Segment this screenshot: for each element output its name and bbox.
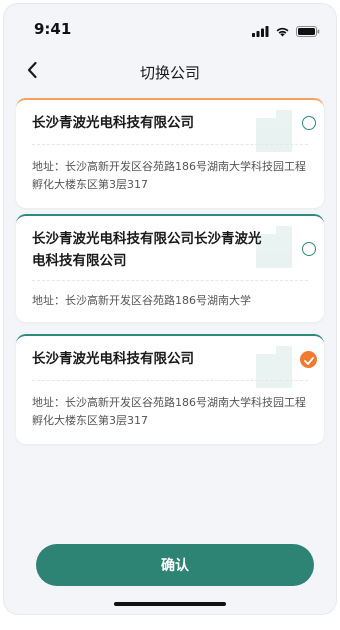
signal-icon [252, 22, 269, 41]
radio-unchecked[interactable] [302, 242, 316, 256]
company-name: 长沙青波光电科技有限公司长沙青波光电科技有限公司 [32, 231, 262, 269]
status-bar: 9:41 [4, 4, 336, 48]
checkmark-icon [303, 350, 314, 369]
card-divider [32, 280, 308, 281]
company-address: 地址：长沙高新开发区谷苑路186号湖南大学 [32, 294, 251, 307]
battery-icon [296, 22, 320, 41]
status-icons [252, 22, 320, 41]
confirm-button[interactable]: 确认 [36, 544, 314, 586]
radio-checked[interactable] [300, 351, 317, 368]
home-indicator [114, 602, 226, 606]
phone-screen: 9:41 切换公司 长沙青波光电科技有限公司 地址：长沙高新开发区谷苑路186号… [4, 4, 336, 614]
company-card-selected[interactable]: 长沙青波光电科技有限公司 地址：长沙高新开发区谷苑路186号湖南大学科技园工程孵… [16, 334, 324, 444]
page-title: 切换公司 [139, 64, 200, 82]
radio-unchecked[interactable] [302, 116, 316, 130]
wifi-icon [275, 22, 290, 41]
company-address: 地址：长沙高新开发区谷苑路186号湖南大学科技园工程孵化大楼东区第3层317 [32, 396, 306, 427]
company-name: 长沙青波光电科技有限公司 [32, 351, 194, 367]
status-time: 9:41 [34, 20, 72, 38]
company-name: 长沙青波光电科技有限公司 [32, 115, 194, 131]
company-address: 地址：长沙高新开发区谷苑路186号湖南大学科技园工程孵化大楼东区第3层317 [32, 160, 306, 191]
card-divider [32, 380, 308, 381]
company-card[interactable]: 长沙青波光电科技有限公司长沙青波光电科技有限公司 地址：长沙高新开发区谷苑路18… [16, 214, 324, 322]
nav-bar: 切换公司 [4, 52, 336, 92]
company-card[interactable]: 长沙青波光电科技有限公司 地址：长沙高新开发区谷苑路186号湖南大学科技园工程孵… [16, 98, 324, 208]
card-divider [32, 144, 308, 145]
